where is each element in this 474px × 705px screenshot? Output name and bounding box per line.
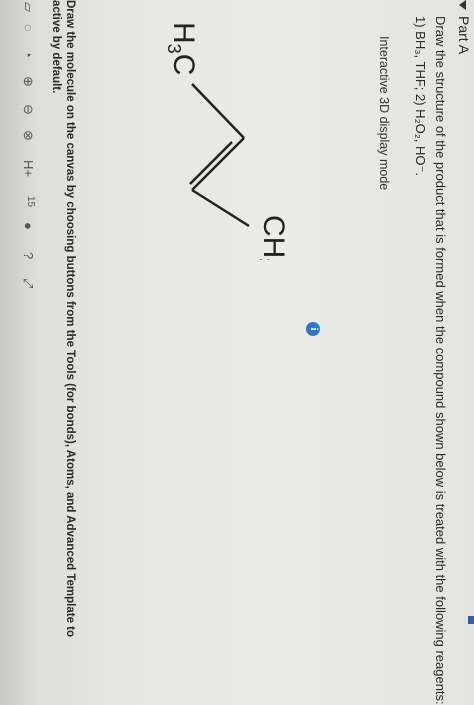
rotated-page: Part A Draw the structure of the product…: [0, 0, 474, 705]
eraser-tool-icon[interactable]: ◔: [21, 50, 36, 58]
double-bond-outer: [191, 137, 245, 191]
right-methyl-label: CH3: [254, 215, 290, 260]
molecule-structure: H3C CH3: [164, 22, 290, 260]
reset-icon[interactable]: ⊗: [20, 130, 36, 141]
template-icon[interactable]: ●: [21, 222, 36, 230]
info-icon[interactable]: i: [306, 322, 320, 336]
single-bond-right: [191, 188, 250, 228]
part-title: Part A: [456, 16, 472, 55]
reagents-text: 1) BH₃, THF; 2) H₂O₂, HO⁻.: [413, 16, 428, 176]
display-mode-label[interactable]: Interactive 3D display mode: [377, 36, 391, 190]
drawing-toolbar: ▱ ◌ ◔ ⊕ ⊖ ⊗ H+ 15 ● ? ⤢: [0, 0, 44, 632]
help-icon[interactable]: ?: [21, 252, 36, 259]
zoom-out-icon[interactable]: ⊖: [20, 104, 36, 115]
expand-icon[interactable]: ⤢: [20, 278, 36, 288]
lasso-tool-icon[interactable]: ◌: [21, 24, 36, 32]
charge-tool[interactable]: H+: [21, 160, 36, 177]
question-text: Draw the structure of the product that i…: [433, 16, 448, 705]
double-bond-inner: [189, 141, 233, 185]
left-methyl-label: H3C: [164, 22, 200, 75]
isotope-tool[interactable]: 15: [25, 196, 36, 207]
single-bond-left: [191, 83, 245, 139]
window-control-square: [468, 616, 474, 624]
instructions-text-cont: active by default.: [50, 0, 62, 94]
zoom-in-icon[interactable]: ⊕: [20, 76, 36, 87]
instructions-text: Draw the molecule on the canvas by choos…: [64, 0, 76, 638]
collapse-arrow-icon[interactable]: [459, 0, 466, 10]
select-tool-icon[interactable]: ▱: [20, 2, 36, 12]
